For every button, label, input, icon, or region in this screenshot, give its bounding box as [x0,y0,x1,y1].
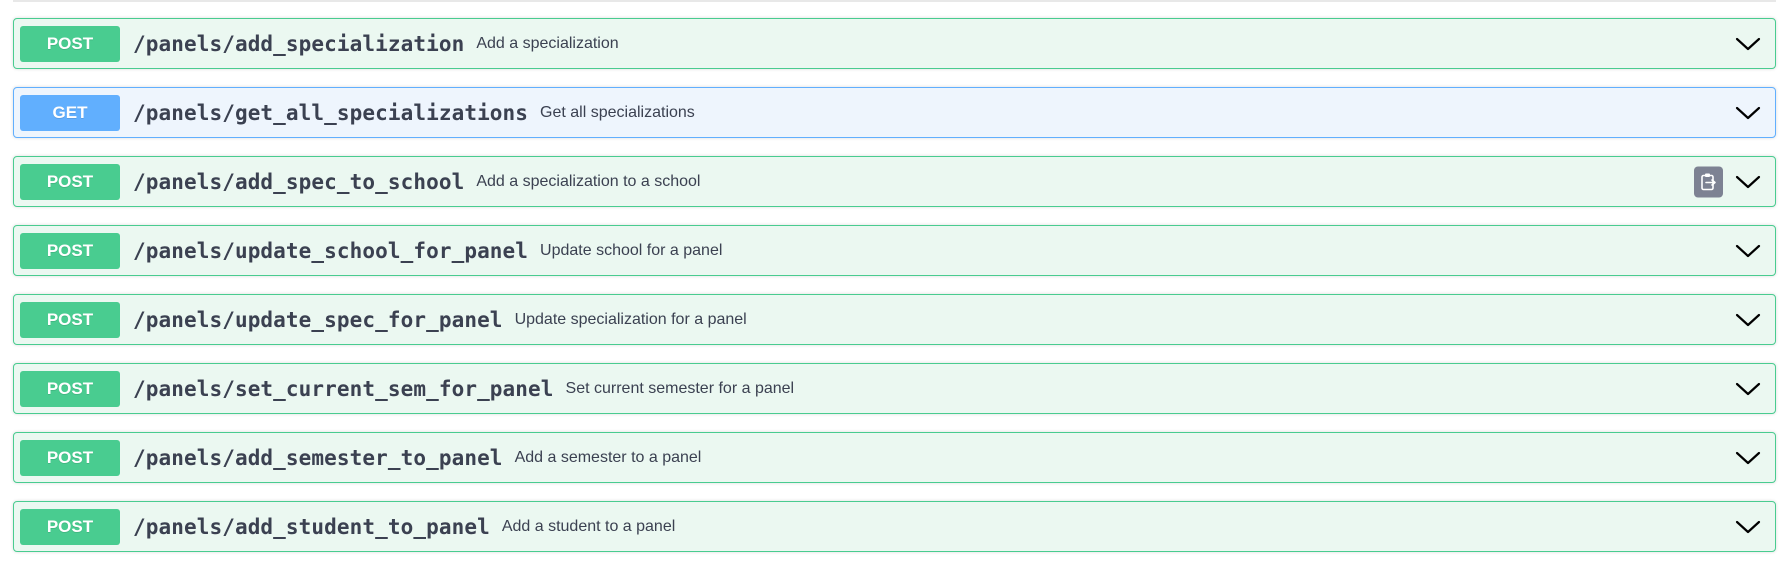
endpoint-summary: Add a student to a panel [501,517,676,535]
operation-block[interactable]: POST /panels/add_specialization Add a sp… [13,18,1776,69]
endpoint-summary: Update specialization for a panel [514,310,747,328]
method-badge: POST [20,163,120,200]
top-divider [13,0,1776,2]
endpoint-path: /panels/add_student_to_panel [133,514,490,539]
endpoint-path: /panels/add_specialization [133,31,465,56]
operation-block[interactable]: POST /panels/add_student_to_panel Add a … [13,501,1776,552]
method-badge: GET [20,94,120,131]
endpoint-summary: Add a semester to a panel [514,448,702,466]
endpoint-summary: Get all specializations [540,103,695,121]
endpoint-summary: Set current semester for a panel [565,379,795,397]
method-badge: POST [20,301,120,338]
copy-to-clipboard-button[interactable] [1694,166,1723,197]
clipboard-icon [1701,173,1716,190]
chevron-down-icon[interactable] [1735,243,1761,259]
method-badge: POST [20,439,120,476]
operation-block[interactable]: POST /panels/add_semester_to_panel Add a… [13,432,1776,483]
endpoint-summary: Update school for a panel [540,241,723,259]
operation-block[interactable]: GET /panels/get_all_specializations Get … [13,87,1776,138]
endpoint-path: /panels/update_spec_for_panel [133,307,503,332]
method-badge: POST [20,232,120,269]
endpoint-path: /panels/add_spec_to_school [133,169,465,194]
method-badge: POST [20,25,120,62]
endpoint-path: /panels/get_all_specializations [133,100,529,125]
endpoint-path: /panels/set_current_sem_for_panel [133,376,554,401]
chevron-down-icon[interactable] [1735,519,1761,535]
chevron-down-icon[interactable] [1735,381,1761,397]
chevron-down-icon[interactable] [1735,174,1761,190]
chevron-down-icon[interactable] [1735,36,1761,52]
endpoint-path: /panels/add_semester_to_panel [133,445,503,470]
method-badge: POST [20,370,120,407]
operation-block[interactable]: POST /panels/set_current_sem_for_panel S… [13,363,1776,414]
operation-block[interactable]: POST /panels/add_spec_to_school Add a sp… [13,156,1776,207]
method-badge: POST [20,508,120,545]
operation-block[interactable]: POST /panels/update_school_for_panel Upd… [13,225,1776,276]
endpoint-summary: Add a specialization [476,34,619,52]
operation-block[interactable]: POST /panels/update_spec_for_panel Updat… [13,294,1776,345]
endpoint-path: /panels/update_school_for_panel [133,238,529,263]
endpoint-summary: Add a specialization to a school [476,172,701,190]
chevron-down-icon[interactable] [1735,312,1761,328]
chevron-down-icon[interactable] [1735,450,1761,466]
operations-list: POST /panels/add_specialization Add a sp… [13,18,1776,570]
chevron-down-icon[interactable] [1735,105,1761,121]
